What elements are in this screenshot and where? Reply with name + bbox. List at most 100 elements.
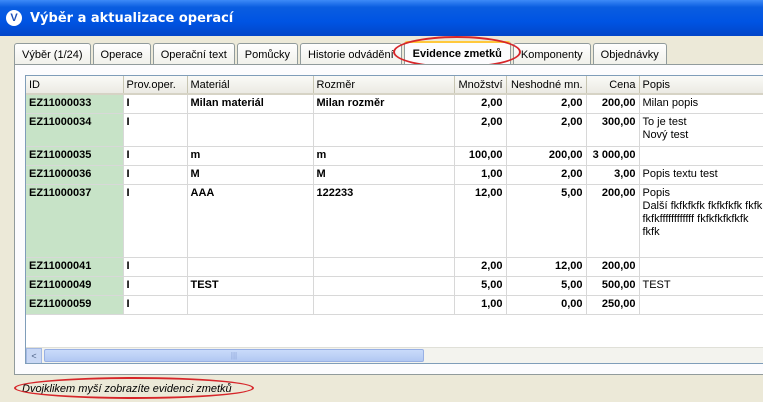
table-row[interactable]: EZ11000034 I 2,00 2,00 300,00 To je test… xyxy=(26,113,763,147)
cell-id: EZ11000034 xyxy=(26,113,124,147)
table-row[interactable]: EZ11000035 I m m 100,00 200,00 3 000,00 xyxy=(26,146,763,166)
tab-objednavky[interactable]: Objednávky xyxy=(592,43,667,65)
cell-rozmer: 122233 xyxy=(313,184,455,258)
cell-cena: 300,00 xyxy=(586,113,640,147)
cell-id: EZ11000059 xyxy=(26,295,124,315)
cell-prov: I xyxy=(123,276,188,296)
tab-komponenty[interactable]: Komponenty xyxy=(512,43,591,65)
cell-mnozstvi: 1,00 xyxy=(454,165,507,185)
tab-historie-odvadeni[interactable]: Historie odvádění xyxy=(300,43,402,65)
table-row[interactable]: EZ11000041 I 2,00 12,00 200,00 xyxy=(26,257,763,277)
cell-neshodne: 200,00 xyxy=(506,146,587,166)
title-bar[interactable]: V Výběr a aktualizace operací xyxy=(0,0,763,36)
cell-id: EZ11000037 xyxy=(26,184,124,258)
status-hint: Dvojklikem myší zobrazíte evidenci zmetk… xyxy=(22,383,232,395)
cell-prov: I xyxy=(123,165,188,185)
column-header-prov-oper[interactable]: Prov.oper. xyxy=(123,76,188,95)
table-header-row: ID Prov.oper. Materiál Rozměr Množství N… xyxy=(26,76,763,95)
table-row[interactable]: EZ11000059 I 1,00 0,00 250,00 xyxy=(26,295,763,315)
tab-operacni-text[interactable]: Operační text xyxy=(152,43,235,65)
tab-operace[interactable]: Operace xyxy=(92,43,151,65)
column-header-material[interactable]: Materiál xyxy=(187,76,314,95)
column-header-popis[interactable]: Popis xyxy=(639,76,763,95)
tab-pomucky[interactable]: Pomůcky xyxy=(236,43,299,65)
column-header-id[interactable]: ID xyxy=(26,76,124,95)
cell-popis xyxy=(639,257,763,277)
cell-prov: I xyxy=(123,184,188,258)
cell-neshodne: 5,00 xyxy=(506,276,587,296)
cell-cena: 3 000,00 xyxy=(586,146,640,166)
cell-neshodne: 0,00 xyxy=(506,295,587,315)
cell-cena: 250,00 xyxy=(586,295,640,315)
cell-prov: I xyxy=(123,257,188,277)
cell-cena: 200,00 xyxy=(586,257,640,277)
tab-panel: ID Prov.oper. Materiál Rozměr Množství N… xyxy=(14,64,763,375)
cell-material: TEST xyxy=(187,276,314,296)
table-row[interactable]: EZ11000049 I TEST 5,00 5,00 500,00 TEST xyxy=(26,276,763,296)
column-header-neshodne[interactable]: Neshodné mn. xyxy=(506,76,587,95)
cell-popis: Popis textu test xyxy=(639,165,763,185)
cell-mnozstvi: 12,00 xyxy=(454,184,507,258)
cell-neshodne: 2,00 xyxy=(506,113,587,147)
cell-cena: 500,00 xyxy=(586,276,640,296)
defects-table: ID Prov.oper. Materiál Rozměr Množství N… xyxy=(26,76,763,315)
horizontal-scrollbar[interactable]: < ||| xyxy=(26,347,763,363)
cell-popis: TEST xyxy=(639,276,763,296)
cell-material: m xyxy=(187,146,314,166)
table-row[interactable]: EZ11000037 I AAA 122233 12,00 5,00 200,0… xyxy=(26,184,763,258)
cell-mnozstvi: 1,00 xyxy=(454,295,507,315)
scrollbar-grip-icon: ||| xyxy=(230,351,238,360)
cell-material: Milan materiál xyxy=(187,94,314,114)
cell-material xyxy=(187,113,314,147)
table-row[interactable]: EZ11000036 I M M 1,00 2,00 3,00 Popis te… xyxy=(26,165,763,185)
column-header-cena[interactable]: Cena xyxy=(586,76,640,95)
cell-rozmer: M xyxy=(313,165,455,185)
cell-material: AAA xyxy=(187,184,314,258)
cell-id: EZ11000033 xyxy=(26,94,124,114)
cell-rozmer xyxy=(313,276,455,296)
scroll-left-arrow-icon[interactable]: < xyxy=(26,347,42,363)
cell-popis xyxy=(639,146,763,166)
defects-grid[interactable]: ID Prov.oper. Materiál Rozměr Množství N… xyxy=(25,75,763,364)
cell-popis xyxy=(639,295,763,315)
column-header-rozmer[interactable]: Rozměr xyxy=(313,76,455,95)
cell-rozmer xyxy=(313,295,455,315)
app-icon: V xyxy=(6,10,22,26)
cell-popis: To je test Nový test xyxy=(639,113,763,147)
cell-popis: Popis Další fkfkfkfk fkfkfkfk fkfkk fkfk… xyxy=(639,184,763,258)
cell-material xyxy=(187,295,314,315)
table-row[interactable]: EZ11000033 I Milan materiál Milan rozměr… xyxy=(26,94,763,114)
cell-neshodne: 2,00 xyxy=(506,94,587,114)
window-title: Výběr a aktualizace operací xyxy=(30,10,234,26)
tab-strip: Výběr (1/24) Operace Operační text Pomůc… xyxy=(14,41,669,65)
tab-evidence-zmetku[interactable]: Evidence zmetků xyxy=(403,41,511,65)
cell-rozmer xyxy=(313,257,455,277)
scrollbar-thumb[interactable]: ||| xyxy=(44,349,424,362)
cell-popis: Milan popis xyxy=(639,94,763,114)
cell-neshodne: 5,00 xyxy=(506,184,587,258)
cell-id: EZ11000036 xyxy=(26,165,124,185)
cell-material xyxy=(187,257,314,277)
cell-id: EZ11000035 xyxy=(26,146,124,166)
cell-neshodne: 12,00 xyxy=(506,257,587,277)
cell-prov: I xyxy=(123,146,188,166)
cell-mnozstvi: 2,00 xyxy=(454,257,507,277)
cell-neshodne: 2,00 xyxy=(506,165,587,185)
cell-id: EZ11000041 xyxy=(26,257,124,277)
cell-rozmer xyxy=(313,113,455,147)
cell-mnozstvi: 2,00 xyxy=(454,113,507,147)
cell-prov: I xyxy=(123,94,188,114)
cell-mnozstvi: 5,00 xyxy=(454,276,507,296)
tab-vyber[interactable]: Výběr (1/24) xyxy=(14,43,91,65)
cell-cena: 3,00 xyxy=(586,165,640,185)
cell-cena: 200,00 xyxy=(586,94,640,114)
cell-prov: I xyxy=(123,295,188,315)
cell-cena: 200,00 xyxy=(586,184,640,258)
cell-mnozstvi: 100,00 xyxy=(454,146,507,166)
cell-material: M xyxy=(187,165,314,185)
cell-prov: I xyxy=(123,113,188,147)
cell-rozmer: m xyxy=(313,146,455,166)
column-header-mnozstvi[interactable]: Množství xyxy=(454,76,507,95)
cell-id: EZ11000049 xyxy=(26,276,124,296)
cell-rozmer: Milan rozměr xyxy=(313,94,455,114)
